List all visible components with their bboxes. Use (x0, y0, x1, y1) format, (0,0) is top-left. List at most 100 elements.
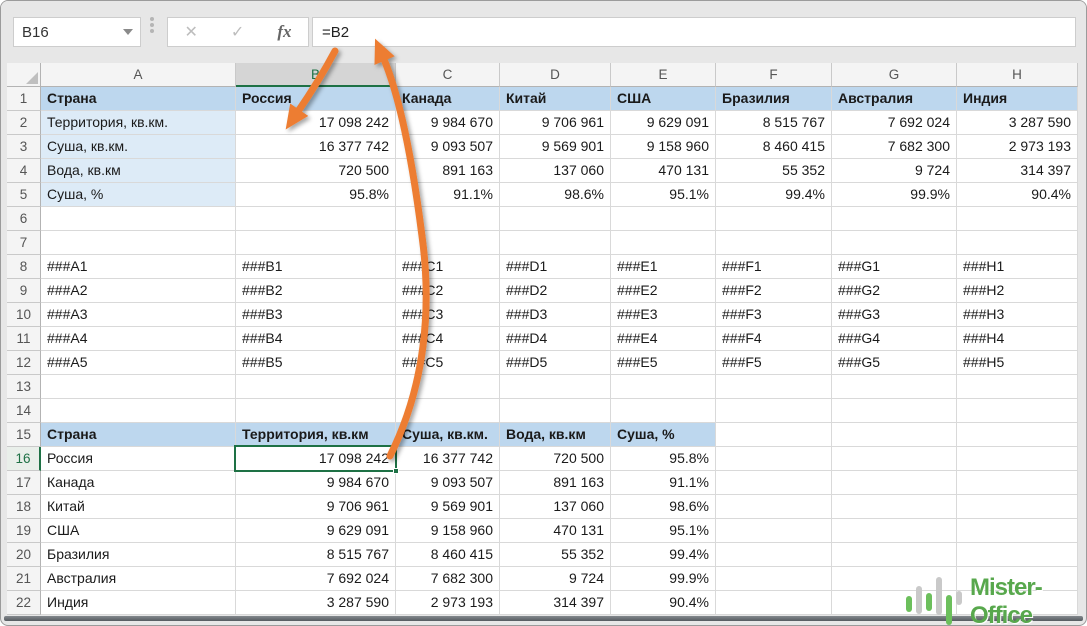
cell-C21[interactable]: 7 682 300 (396, 567, 500, 591)
cell-B18[interactable]: 9 706 961 (236, 495, 396, 519)
cell-C4[interactable]: 891 163 (396, 159, 500, 183)
cell-E18[interactable]: 98.6% (611, 495, 716, 519)
cell-A3[interactable]: Суша, кв.км. (41, 135, 236, 159)
cell-G2[interactable]: 7 692 024 (832, 111, 957, 135)
cell-H5[interactable]: 90.4% (957, 183, 1078, 207)
cell-E14[interactable] (611, 399, 716, 423)
cell-H20[interactable] (957, 543, 1078, 567)
cell-B14[interactable] (236, 399, 396, 423)
cell-H2[interactable]: 3 287 590 (957, 111, 1078, 135)
cell-B13[interactable] (236, 375, 396, 399)
column-header-D[interactable]: D (500, 63, 611, 87)
row-header-5[interactable]: 5 (7, 183, 41, 207)
cell-B11[interactable]: ###B4 (236, 327, 396, 351)
row-header-18[interactable]: 18 (7, 495, 41, 519)
cell-H15[interactable] (957, 423, 1078, 447)
row-header-2[interactable]: 2 (7, 111, 41, 135)
cell-G5[interactable]: 99.9% (832, 183, 957, 207)
cell-F20[interactable] (716, 543, 832, 567)
cell-A12[interactable]: ###A5 (41, 351, 236, 375)
cell-H16[interactable] (957, 447, 1078, 471)
cell-B2[interactable]: 17 098 242 (236, 111, 396, 135)
cell-A1[interactable]: Страна (41, 87, 236, 111)
cell-F7[interactable] (716, 231, 832, 255)
cell-D4[interactable]: 137 060 (500, 159, 611, 183)
cell-H1[interactable]: Индия (957, 87, 1078, 111)
cell-A6[interactable] (41, 207, 236, 231)
cell-G18[interactable] (832, 495, 957, 519)
cell-G6[interactable] (832, 207, 957, 231)
cell-G12[interactable]: ###G5 (832, 351, 957, 375)
row-header-10[interactable]: 10 (7, 303, 41, 327)
cell-F15[interactable] (716, 423, 832, 447)
column-header-E[interactable]: E (611, 63, 716, 87)
row-header-3[interactable]: 3 (7, 135, 41, 159)
cell-E15[interactable]: Суша, % (611, 423, 716, 447)
row-header-6[interactable]: 6 (7, 207, 41, 231)
cell-E7[interactable] (611, 231, 716, 255)
cell-H6[interactable] (957, 207, 1078, 231)
cell-F2[interactable]: 8 515 767 (716, 111, 832, 135)
cell-H7[interactable] (957, 231, 1078, 255)
cell-F17[interactable] (716, 471, 832, 495)
cell-B19[interactable]: 9 629 091 (236, 519, 396, 543)
cell-C7[interactable] (396, 231, 500, 255)
cell-G20[interactable] (832, 543, 957, 567)
cell-H4[interactable]: 314 397 (957, 159, 1078, 183)
cell-A4[interactable]: Вода, кв.км (41, 159, 236, 183)
row-header-13[interactable]: 13 (7, 375, 41, 399)
cell-G15[interactable] (832, 423, 957, 447)
cell-H13[interactable] (957, 375, 1078, 399)
cell-E3[interactable]: 9 158 960 (611, 135, 716, 159)
cell-H11[interactable]: ###H4 (957, 327, 1078, 351)
cell-G13[interactable] (832, 375, 957, 399)
cell-C12[interactable]: ###C5 (396, 351, 500, 375)
cell-A15[interactable]: Страна (41, 423, 236, 447)
cell-B3[interactable]: 16 377 742 (236, 135, 396, 159)
cell-G19[interactable] (832, 519, 957, 543)
row-header-19[interactable]: 19 (7, 519, 41, 543)
cell-D8[interactable]: ###D1 (500, 255, 611, 279)
cell-D19[interactable]: 470 131 (500, 519, 611, 543)
cell-D6[interactable] (500, 207, 611, 231)
cell-B4[interactable]: 720 500 (236, 159, 396, 183)
cell-A10[interactable]: ###A3 (41, 303, 236, 327)
column-header-F[interactable]: F (716, 63, 832, 87)
cell-F22[interactable] (716, 591, 832, 615)
cell-G3[interactable]: 7 682 300 (832, 135, 957, 159)
cell-E17[interactable]: 91.1% (611, 471, 716, 495)
cell-E16[interactable]: 95.8% (611, 447, 716, 471)
cell-D18[interactable]: 137 060 (500, 495, 611, 519)
cell-D2[interactable]: 9 706 961 (500, 111, 611, 135)
column-header-B[interactable]: B (236, 63, 396, 87)
cell-G16[interactable] (832, 447, 957, 471)
cell-C8[interactable]: ###C1 (396, 255, 500, 279)
cell-D5[interactable]: 98.6% (500, 183, 611, 207)
cell-E13[interactable] (611, 375, 716, 399)
cell-H14[interactable] (957, 399, 1078, 423)
row-header-15[interactable]: 15 (7, 423, 41, 447)
cell-E12[interactable]: ###E5 (611, 351, 716, 375)
cell-H12[interactable]: ###H5 (957, 351, 1078, 375)
cell-A21[interactable]: Австралия (41, 567, 236, 591)
cell-C14[interactable] (396, 399, 500, 423)
row-header-4[interactable]: 4 (7, 159, 41, 183)
cell-C16[interactable]: 16 377 742 (396, 447, 500, 471)
cell-E5[interactable]: 95.1% (611, 183, 716, 207)
row-header-8[interactable]: 8 (7, 255, 41, 279)
cell-B9[interactable]: ###B2 (236, 279, 396, 303)
cell-A2[interactable]: Территория, кв.км. (41, 111, 236, 135)
cell-A16[interactable]: Россия (41, 447, 236, 471)
cell-D7[interactable] (500, 231, 611, 255)
row-header-11[interactable]: 11 (7, 327, 41, 351)
cell-F1[interactable]: Бразилия (716, 87, 832, 111)
cell-C5[interactable]: 91.1% (396, 183, 500, 207)
cell-F21[interactable] (716, 567, 832, 591)
cell-B21[interactable]: 7 692 024 (236, 567, 396, 591)
cell-G9[interactable]: ###G2 (832, 279, 957, 303)
column-header-H[interactable]: H (957, 63, 1078, 87)
cell-E20[interactable]: 99.4% (611, 543, 716, 567)
cell-A11[interactable]: ###A4 (41, 327, 236, 351)
cell-G8[interactable]: ###G1 (832, 255, 957, 279)
cell-D17[interactable]: 891 163 (500, 471, 611, 495)
